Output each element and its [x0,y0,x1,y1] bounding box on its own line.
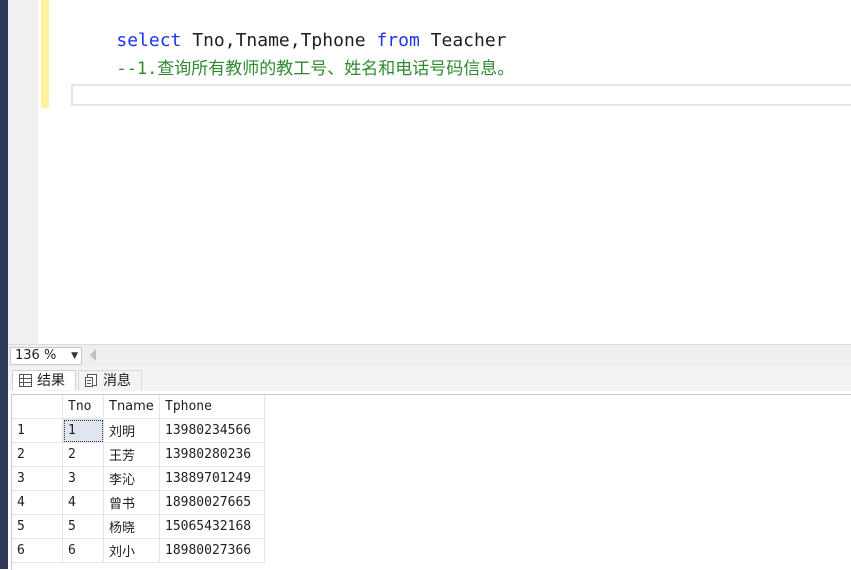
grid-icon [19,374,32,387]
results-table: Tno Tname Tphone 1 1 刘明 13980234566 2 2 … [12,395,265,563]
messages-icon [85,374,97,387]
cell-tname[interactable]: 刘小 [103,538,160,563]
cell-tno[interactable]: 4 [62,490,104,515]
cell-tname[interactable]: 杨晓 [103,514,160,539]
cell-tno[interactable]: 3 [62,466,104,491]
row-number[interactable]: 5 [12,514,63,539]
results-pane: 结果 消息 Tno Tname Tphone 1 1 刘明 1398023456… [8,367,851,570]
row-number[interactable]: 2 [12,442,63,467]
tab-messages-label: 消息 [103,373,131,389]
current-line-highlight[interactable] [71,84,851,106]
change-tracking-bar [41,0,49,108]
cell-tno[interactable]: 6 [62,538,104,563]
cell-tno[interactable]: 2 [62,442,104,467]
row-number[interactable]: 6 [12,538,63,563]
cell-tphone[interactable]: 15065432168 [159,514,265,539]
row-number[interactable]: 3 [12,466,63,491]
editor-gutter [8,0,38,344]
table-row: 2 2 王芳 13980280236 [12,442,265,467]
left-dock-strip [0,0,8,569]
cell-tphone[interactable]: 13889701249 [159,466,265,491]
cell-tphone[interactable]: 18980027665 [159,490,265,515]
chevron-down-icon: ▼ [71,351,78,361]
query-editor[interactable]: select Tno,Tname,Tphone from Teacher --1… [49,0,851,344]
row-number[interactable]: 4 [12,490,63,515]
zoom-dropdown[interactable]: 136 % ▼ [10,347,82,365]
cell-tphone[interactable]: 13980280236 [159,442,265,467]
column-header-tname[interactable]: Tname [103,395,160,419]
cell-tphone[interactable]: 18980027366 [159,538,265,563]
cell-tname[interactable]: 刘明 [103,418,160,443]
column-header-tno[interactable]: Tno [62,395,104,419]
cell-tname[interactable]: 王芳 [103,442,160,467]
results-tabs: 结果 消息 [8,367,851,391]
table-row: 3 3 李沁 13889701249 [12,466,265,491]
header-row: Tno Tname Tphone [12,395,265,419]
scroll-left-icon[interactable] [90,349,96,361]
results-grid[interactable]: Tno Tname Tphone 1 1 刘明 13980234566 2 2 … [11,394,851,570]
editor-statusbar: 136 % ▼ [8,344,851,367]
row-number[interactable]: 1 [12,418,63,443]
code-comment: --1.查询所有教师的教工号、姓名和电话号码信息。 [116,59,515,79]
cell-tphone[interactable]: 13980234566 [159,418,265,443]
table-row: 5 5 杨晓 15065432168 [12,514,265,539]
table-row: 1 1 刘明 13980234566 [12,418,265,443]
cell-tno[interactable]: 1 [62,418,104,443]
tab-results-label: 结果 [37,373,65,389]
cell-tname[interactable]: 李沁 [103,466,160,491]
tab-messages[interactable]: 消息 [78,370,142,390]
table-row: 6 6 刘小 18980027366 [12,538,265,563]
table-row: 4 4 曾书 18980027665 [12,490,265,515]
cell-tname[interactable]: 曾书 [103,490,160,515]
zoom-value: 136 % [15,348,57,363]
cell-tno[interactable]: 5 [62,514,104,539]
tab-results[interactable]: 结果 [12,370,76,390]
column-header-tphone[interactable]: Tphone [159,395,265,419]
corner-cell[interactable] [12,395,63,419]
